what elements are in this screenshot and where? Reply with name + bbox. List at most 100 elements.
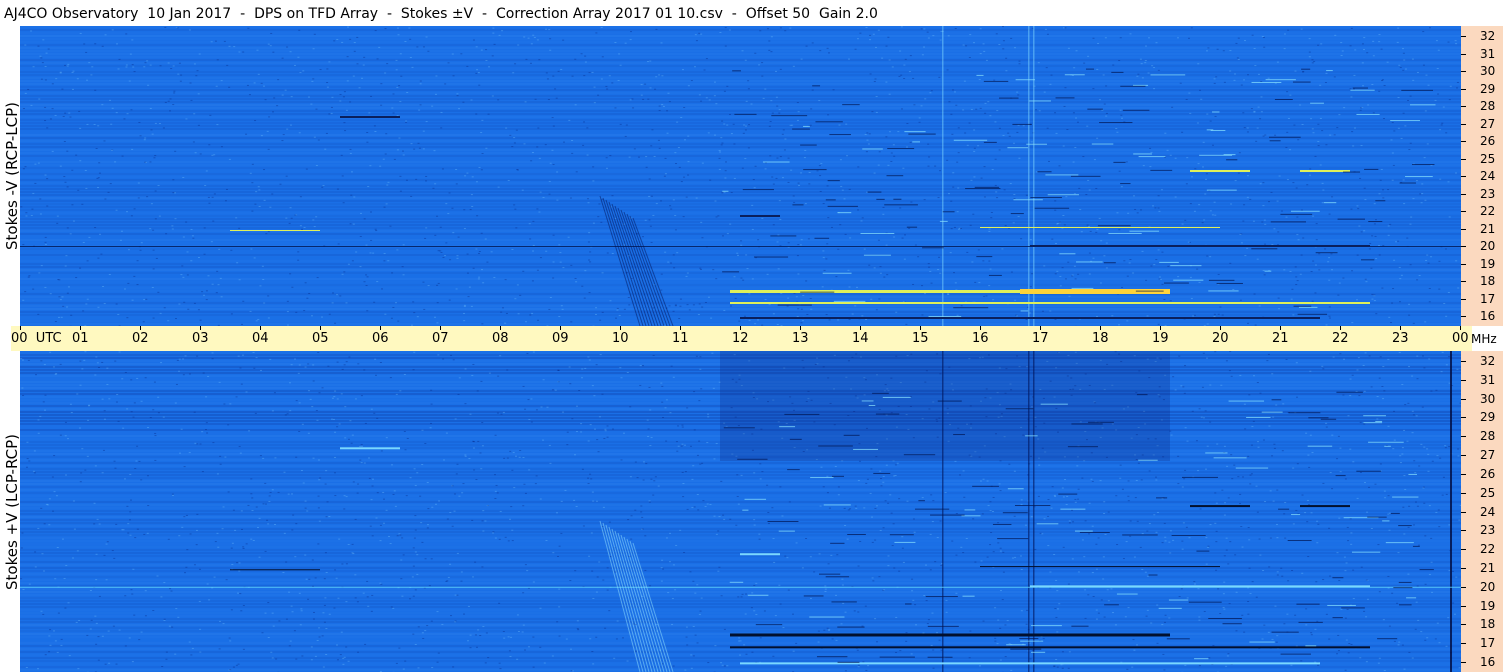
freq-tick — [1461, 36, 1466, 37]
freq-tick — [1461, 530, 1466, 532]
time-tick — [920, 326, 921, 330]
freq-tick-label: 29 — [1480, 81, 1496, 96]
freq-tick-label: 26 — [1480, 466, 1496, 481]
window-title: AJ4CO Observatory 10 Jan 2017 - DPS on T… — [4, 6, 878, 22]
time-tick-label: 15 — [912, 331, 929, 346]
freq-tick-label: 25 — [1480, 485, 1496, 500]
freq-tick-label: 22 — [1480, 542, 1496, 557]
freq-tick-label: 21 — [1480, 221, 1496, 236]
freq-tick-label: 31 — [1480, 46, 1496, 61]
freq-tick — [1461, 398, 1466, 400]
freq-tick-label: 30 — [1480, 64, 1496, 78]
time-tick — [680, 326, 681, 330]
bottom-spectrogram-panel[interactable] — [20, 351, 1461, 672]
freq-tick — [1461, 316, 1466, 317]
freq-tick — [1461, 662, 1466, 663]
time-tick-label: 10 — [612, 331, 629, 346]
freq-tick-label: 24 — [1480, 504, 1496, 519]
spectrogram — [20, 351, 1461, 672]
time-tick-label: 21 — [1272, 331, 1289, 346]
time-tick-label: 01 — [72, 331, 89, 346]
freq-tick — [1461, 88, 1466, 90]
freq-tick-label: 24 — [1480, 169, 1496, 183]
time-tick-label: 11 — [672, 331, 689, 346]
time-tick-label: 19 — [1152, 331, 1169, 346]
time-tick — [80, 326, 81, 330]
freq-tick-label: 17 — [1480, 636, 1496, 651]
time-tick-label: 12 — [732, 331, 749, 346]
time-tick-label: 03 — [192, 331, 209, 346]
time-tick — [1160, 326, 1161, 330]
time-tick — [980, 326, 981, 330]
freq-tick-label: 30 — [1480, 391, 1496, 406]
time-tick — [1220, 326, 1221, 330]
freq-tick-label: 19 — [1480, 256, 1496, 271]
time-tick — [740, 326, 741, 330]
top-panel-label: Stokes -V (RCP-LCP) — [3, 102, 21, 250]
freq-tick — [1461, 473, 1466, 475]
time-tick — [1280, 326, 1281, 330]
time-tick — [1040, 326, 1041, 330]
time-tick-label: 07 — [432, 331, 449, 346]
time-tick-label: 00 — [1452, 331, 1469, 346]
top-spectrogram-panel[interactable] — [20, 26, 1461, 326]
freq-tick-label: 27 — [1480, 448, 1496, 463]
time-tick-label: 00 UTC — [11, 331, 62, 346]
time-tick-label: 08 — [492, 331, 509, 346]
time-tick — [560, 326, 561, 330]
freq-tick — [1461, 228, 1466, 230]
freq-tick-label: 26 — [1480, 134, 1496, 148]
time-tick-label: 23 — [1392, 331, 1409, 346]
freq-tick-label: 20 — [1480, 579, 1496, 594]
bottom-frequency-axis: 32 31 30 29 28 27 26 25 24 23 22 21 20 19 18 17 16 — [1461, 351, 1503, 672]
time-tick — [380, 326, 381, 330]
time-tick-label: 09 — [552, 331, 569, 346]
time-tick — [860, 326, 861, 330]
time-tick — [800, 326, 801, 330]
freq-tick-label: 32 — [1480, 29, 1496, 43]
time-tick — [1460, 326, 1461, 330]
freq-tick-label: 18 — [1480, 274, 1496, 288]
freq-tick-label: 23 — [1480, 186, 1496, 201]
time-tick — [440, 326, 441, 330]
freq-tick — [1461, 246, 1466, 247]
time-tick-label: 02 — [132, 331, 149, 346]
freq-tick — [1461, 586, 1466, 588]
freq-tick-label: 19 — [1480, 598, 1496, 613]
freq-tick-label: 25 — [1480, 151, 1496, 166]
time-tick-label: 13 — [792, 331, 809, 346]
freq-tick — [1461, 643, 1466, 645]
freq-tick-label: 17 — [1480, 291, 1496, 306]
freq-tick — [1461, 605, 1466, 607]
time-tick-label: 14 — [852, 331, 869, 346]
freq-tick — [1461, 263, 1466, 265]
time-tick-label: 22 — [1332, 331, 1349, 346]
freq-tick — [1461, 455, 1466, 457]
bottom-panel-label: Stokes +V (LCP-RCP) — [3, 433, 21, 590]
time-tick-label: 04 — [252, 331, 269, 346]
time-tick — [620, 326, 621, 330]
mhz-unit-label: MHz — [1471, 332, 1497, 346]
freq-tick — [1461, 361, 1466, 362]
freq-tick — [1461, 624, 1466, 626]
freq-tick-label: 21 — [1480, 560, 1496, 575]
freq-tick — [1461, 106, 1466, 107]
freq-tick — [1461, 298, 1466, 300]
freq-tick — [1461, 123, 1466, 125]
freq-tick-label: 18 — [1480, 617, 1496, 632]
freq-tick — [1461, 567, 1466, 569]
freq-tick — [1461, 211, 1466, 212]
time-tick-label: 20 — [1212, 331, 1229, 346]
time-tick — [140, 326, 141, 330]
freq-tick — [1461, 71, 1466, 72]
time-tick — [1400, 326, 1401, 330]
time-tick — [1340, 326, 1341, 330]
freq-tick-label: 27 — [1480, 116, 1496, 131]
freq-tick — [1461, 158, 1466, 160]
freq-tick — [1461, 417, 1466, 419]
spectrogram — [20, 26, 1461, 326]
freq-tick — [1461, 141, 1466, 142]
time-axis: 00 UTC 01 02 03 04 05 06 07 08 09 10 11 12 13 14 15 16 17… — [11, 326, 1497, 351]
freq-tick-label: 29 — [1480, 410, 1496, 425]
freq-tick — [1461, 492, 1466, 494]
